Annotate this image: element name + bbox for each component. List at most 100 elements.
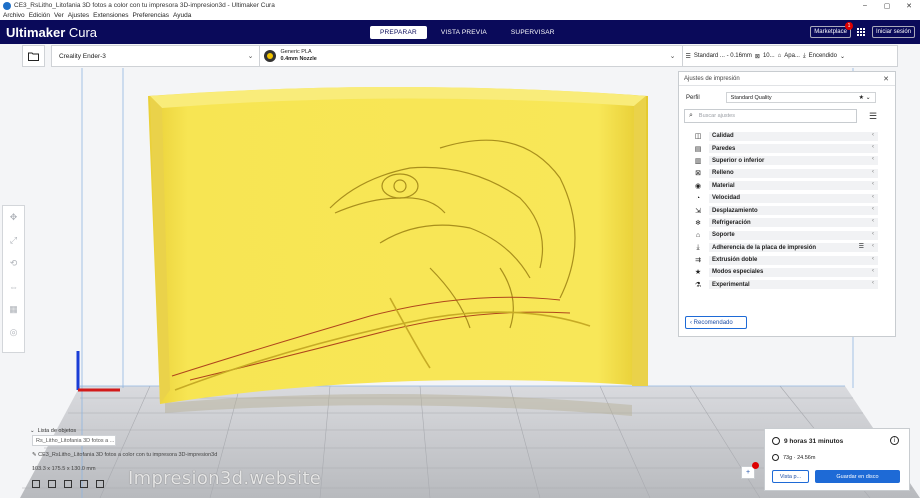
- category-desplazamiento[interactable]: ⇲ Desplazamiento ‹: [693, 204, 895, 216]
- chevron-left-icon: ‹: [872, 243, 874, 250]
- support-value: Apa...: [784, 53, 800, 59]
- recommended-label: Recomendado: [693, 319, 733, 326]
- close-icon[interactable]: ✕: [883, 75, 889, 83]
- chevron-left-icon: ‹: [872, 144, 874, 151]
- star-icon: ★: [694, 269, 702, 277]
- tab-vista-previa[interactable]: VISTA PREVIA: [431, 26, 497, 39]
- infill-icon: ⊠: [754, 53, 760, 60]
- chevron-down-icon: ⌄: [247, 53, 254, 60]
- category-label: Desplazamiento: [712, 207, 758, 214]
- scale-tool-icon[interactable]: ⤢: [3, 229, 24, 252]
- search-placeholder: Buscar ajustes: [698, 113, 735, 119]
- category-material[interactable]: ◉ Material ‹: [693, 180, 895, 192]
- mirror-tool-icon[interactable]: ⇔: [3, 275, 24, 298]
- chevron-down-icon: ⌄: [30, 428, 35, 434]
- marketplace-label: Marketplace: [814, 29, 847, 35]
- print-settings-selector[interactable]: ☰ Standard ... - 0.16mm ⊠ 10... ⌂ Apa...…: [681, 45, 898, 67]
- infill-value: 10...: [762, 53, 775, 59]
- site-watermark: Impresion3d.website: [128, 468, 322, 489]
- category-label: Modos especiales: [712, 269, 764, 276]
- menu-ayuda[interactable]: Ayuda: [173, 12, 191, 19]
- object-list-item[interactable]: Rs_Litho_Litofania 3D fotos a ...: [32, 435, 116, 446]
- profile-dropdown[interactable]: Standard Quality ★ ⌄: [725, 92, 876, 103]
- view-left-icon[interactable]: [80, 480, 88, 488]
- print-summary-panel: 9 horas 31 minutos i 73g · 24.56m Vista …: [764, 428, 910, 491]
- chevron-down-icon: ⌄: [669, 53, 676, 60]
- brand-product: Cura: [65, 24, 98, 40]
- star-chevron-icon: ★ ⌄: [858, 95, 871, 101]
- menu-bar: Archivo Edición Ver Ajustes Extensiones …: [0, 11, 920, 20]
- settings-visibility-menu-icon[interactable]: ☰: [869, 111, 877, 122]
- object-list-toggle[interactable]: ⌄ Lista de objetos: [30, 428, 76, 434]
- category-relleno[interactable]: ⊠ Relleno ‹: [693, 167, 895, 179]
- view-top-icon[interactable]: [64, 480, 72, 488]
- speed-icon: ◔: [695, 194, 701, 202]
- per-model-settings-icon[interactable]: ▦: [3, 298, 24, 321]
- rotate-tool-icon[interactable]: ⟲: [3, 252, 24, 275]
- view-front-icon[interactable]: [48, 480, 56, 488]
- adhesion-icon: ⤓: [696, 243, 700, 251]
- restore-button[interactable]: ▢: [876, 2, 898, 10]
- save-to-disk-button[interactable]: Guardar en disco: [815, 470, 900, 483]
- file-name-text: CE3_RsLitho_Litofania 3D fotos a color c…: [38, 452, 218, 458]
- category-soporte[interactable]: ⌂ Soporte ‹: [693, 229, 895, 241]
- menu-extensiones[interactable]: Extensiones: [93, 12, 128, 19]
- move-tool-icon[interactable]: ✥: [3, 206, 24, 229]
- category-calidad[interactable]: ◫ Calidad ‹: [693, 130, 895, 142]
- menu-preferencias[interactable]: Preferencias: [133, 12, 170, 19]
- material-name: Generic PLA: [280, 49, 312, 55]
- material-usage-value: 73g · 24.56m: [783, 454, 816, 461]
- view-3d-icon[interactable]: [32, 480, 40, 488]
- material-selector[interactable]: Generic PLA 0.4mm Nozzle ⌄: [259, 45, 683, 67]
- settings-search-input[interactable]: ⌕ Buscar ajustes: [684, 109, 857, 123]
- preview-button[interactable]: Vista p...: [772, 470, 809, 483]
- tab-preparar[interactable]: PREPARAR: [370, 26, 427, 39]
- support-blocker-icon[interactable]: ◎: [3, 321, 24, 344]
- info-icon[interactable]: i: [890, 436, 899, 445]
- category-refrigeracion[interactable]: ❄ Refrigeración ‹: [693, 217, 895, 229]
- header-actions: Marketplace 1 Iniciar sesión: [810, 22, 915, 38]
- category-label: Extrusión doble: [712, 257, 758, 264]
- menu-ver[interactable]: Ver: [54, 12, 64, 19]
- category-modos-especiales[interactable]: ★ Modos especiales ‹: [693, 266, 895, 278]
- printer-selector[interactable]: Creality Ender-3 ⌄: [50, 45, 261, 67]
- print-time-value: 9 horas 31 minutos: [784, 437, 844, 445]
- category-label: Adherencia de la placa de impresión: [712, 244, 817, 251]
- main-toolbar: Creality Ender-3 ⌄ Generic PLA 0.4mm Noz…: [22, 45, 898, 67]
- lithophane-model[interactable]: [148, 87, 648, 404]
- flask-icon: ⚗: [694, 281, 702, 289]
- travel-icon: ⇲: [695, 207, 701, 215]
- print-time: 9 horas 31 minutos: [772, 437, 843, 445]
- close-button[interactable]: ✕: [898, 2, 920, 10]
- open-file-button[interactable]: [22, 45, 45, 67]
- tab-supervisar[interactable]: SUPERVISAR: [501, 26, 565, 39]
- category-superior-inferior[interactable]: ▥ Superior o inferior ‹: [693, 155, 895, 167]
- signin-button[interactable]: Iniciar sesión: [871, 26, 915, 38]
- cooling-icon: ❄: [695, 219, 701, 227]
- category-label: Material: [712, 182, 735, 189]
- menu-ajustes[interactable]: Ajustes: [68, 12, 89, 19]
- brand-name: Ultimaker: [6, 24, 66, 40]
- view-right-icon[interactable]: [96, 480, 104, 488]
- apps-grid-icon[interactable]: [856, 27, 866, 37]
- category-extrusion-doble[interactable]: ⇉ Extrusión doble ‹: [693, 254, 895, 266]
- recommended-button[interactable]: ‹ Recomendado: [685, 316, 747, 329]
- support-icon: ⌂: [695, 231, 701, 239]
- category-velocidad[interactable]: ◔ Velocidad ‹: [693, 192, 895, 204]
- profile-row: Perfil Standard Quality ★ ⌄: [679, 92, 895, 103]
- clock-icon: [772, 437, 780, 445]
- profile-label: Perfil: [686, 94, 700, 101]
- category-label: Relleno: [712, 170, 734, 177]
- object-file-name: ✎ CE3_RsLitho_Litofania 3D fotos a color…: [32, 452, 217, 458]
- menu-archivo[interactable]: Archivo: [3, 12, 25, 19]
- minimize-button[interactable]: –: [854, 2, 876, 10]
- adhesion-value: Encendido: [808, 53, 837, 59]
- window-title: CE3_RsLitho_Litofania 3D fotos a color c…: [14, 2, 275, 9]
- settings-sliders-icon: ☰: [685, 53, 691, 60]
- menu-edicion[interactable]: Edición: [29, 12, 50, 19]
- category-experimental[interactable]: ⚗ Experimental ‹: [693, 279, 895, 291]
- category-adherencia[interactable]: ⤓ Adherencia de la placa de impresión ☰ ‹: [693, 242, 895, 254]
- category-paredes[interactable]: ▤ Paredes ‹: [693, 142, 895, 154]
- marketplace-button[interactable]: Marketplace 1: [810, 22, 853, 38]
- chevron-left-icon: ‹: [872, 230, 874, 237]
